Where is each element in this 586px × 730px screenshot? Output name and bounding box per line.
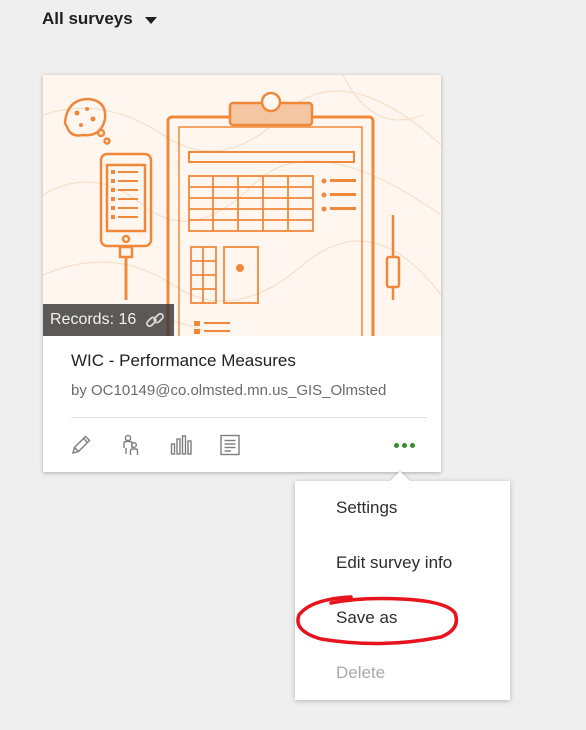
menu-item-settings[interactable]: Settings (336, 498, 397, 518)
all-surveys-filter[interactable]: All surveys (42, 9, 157, 29)
survey-owner: by OC10149@co.olmsted.mn.us_GIS_Olmsted (71, 382, 387, 399)
analyze-button[interactable] (167, 431, 195, 459)
survey-card[interactable]: Records: 16 WIC - Performance Measures b… (43, 75, 441, 472)
collaborate-button[interactable] (117, 431, 145, 459)
pencil-icon (72, 435, 91, 454)
menu-item-save-as[interactable]: Save as (336, 608, 397, 628)
card-actions (43, 431, 441, 459)
people-icon (123, 434, 139, 455)
records-badge: Records: 16 (43, 304, 175, 336)
table-icon (220, 434, 240, 456)
filter-label: All surveys (42, 9, 133, 28)
link-icon[interactable] (144, 309, 166, 331)
card-divider (71, 417, 427, 418)
records-count-label: Records: 16 (50, 311, 137, 328)
survey-thumbnail[interactable]: Records: 16 (43, 75, 441, 336)
menu-pointer (390, 471, 410, 491)
bar-chart-icon (170, 435, 192, 455)
view-data-button[interactable] (216, 431, 244, 459)
more-options-button[interactable] (391, 435, 417, 455)
survey-options-menu: Settings Edit survey info Save as Delete (295, 471, 510, 700)
edit-survey-button[interactable] (67, 431, 95, 459)
survey-title[interactable]: WIC - Performance Measures (71, 351, 296, 371)
survey-illustration (43, 75, 441, 336)
menu-item-edit-survey-info[interactable]: Edit survey info (336, 553, 452, 573)
menu-item-delete: Delete (336, 663, 386, 682)
caret-down-icon (144, 16, 157, 24)
